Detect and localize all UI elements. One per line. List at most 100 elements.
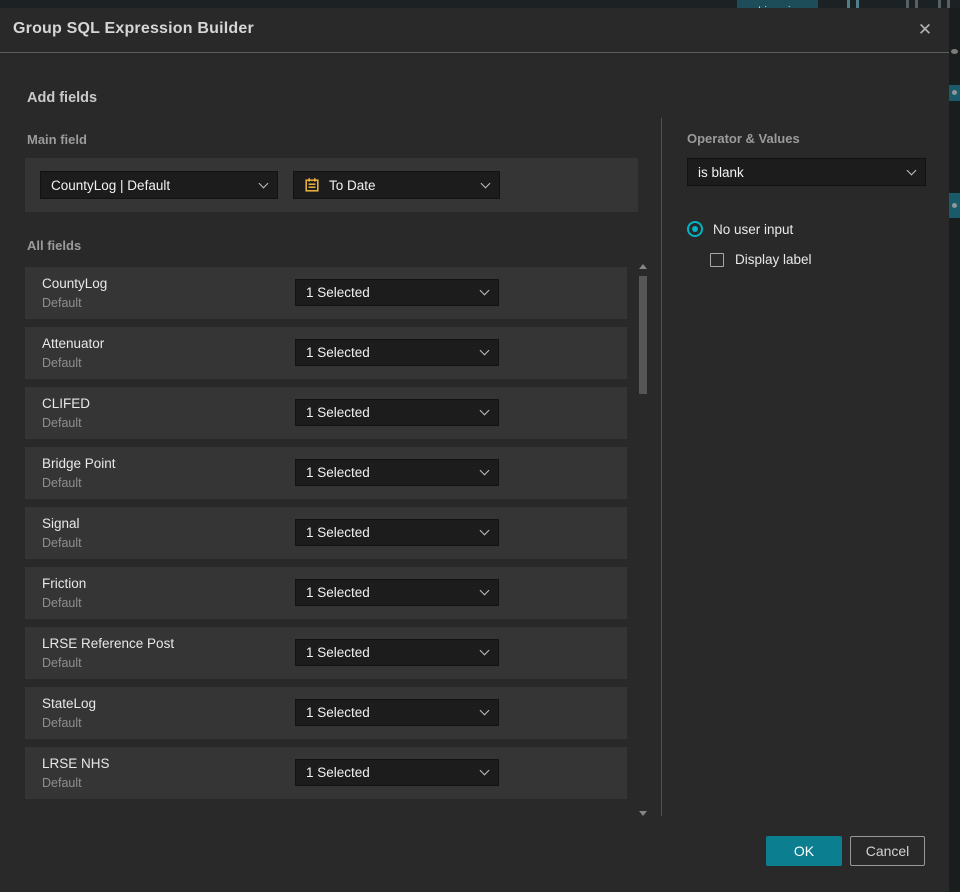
backdrop-toolbar-icon [947,0,950,8]
live-view-label: Live view [758,6,805,9]
backdrop-handle [951,49,958,54]
field-values-dropdown[interactable]: 1 Selected [295,399,499,426]
field-subtitle: Default [42,536,82,550]
backdrop-panel-fragment [949,193,960,218]
main-field-dropdown[interactable]: CountyLog | Default [40,171,278,199]
field-values-dropdown[interactable]: 1 Selected [295,579,499,606]
field-values-dropdown[interactable]: 1 Selected [295,699,499,726]
main-field-dropdown-value: CountyLog | Default [51,177,171,193]
checkbox-unchecked-icon [710,252,724,267]
field-values-dropdown-value: 1 Selected [306,285,370,300]
chevron-down-icon [258,178,269,188]
backdrop-glyph [952,203,957,208]
field-name: LRSE NHS [42,756,110,771]
field-row: CountyLog Default 1 Selected [25,267,627,319]
chevron-down-icon [479,525,490,536]
field-values-dropdown-value: 1 Selected [306,645,370,660]
calendar-icon [305,178,319,192]
chevron-down-icon [479,705,490,716]
scroll-down-icon[interactable] [639,811,647,816]
field-subtitle: Default [42,596,82,610]
ok-button[interactable]: OK [766,836,842,866]
field-name: CLIFED [42,396,91,411]
backdrop-top-strip: Live view [0,0,960,8]
backdrop-toolbar-icon [915,0,918,8]
all-fields-label: All fields [27,238,82,253]
main-field-label: Main field [27,132,87,147]
backdrop-right-strip [949,0,960,892]
radio-label: No user input [713,221,794,237]
field-row: LRSE NHS Default 1 Selected [25,747,627,799]
fields-list-scrollbar[interactable] [639,264,647,816]
field-values-dropdown[interactable]: 1 Selected [295,759,499,786]
chevron-down-icon [480,178,491,188]
no-user-input-radio[interactable]: No user input [687,221,793,237]
field-row: Attenuator Default 1 Selected [25,327,627,379]
radio-selected-icon [687,221,703,237]
chevron-down-icon [479,345,490,356]
operator-values-label: Operator & Values [687,131,800,146]
backdrop-toolbar-icon [847,0,850,8]
main-field-panel: CountyLog | Default To Date [25,158,638,212]
group-sql-expression-builder-dialog: Group SQL Expression Builder ✕ Add field… [0,8,949,892]
operator-dropdown-value: is blank [698,164,744,180]
all-fields-list: CountyLog Default 1 Selected Attenuator … [25,267,627,807]
field-values-dropdown[interactable]: 1 Selected [295,339,499,366]
dialog-header: Group SQL Expression Builder ✕ [0,8,949,53]
scrollbar-thumb[interactable] [639,276,647,394]
field-row: Bridge Point Default 1 Selected [25,447,627,499]
cancel-button[interactable]: Cancel [850,836,925,866]
operator-dropdown[interactable]: is blank [687,158,926,186]
scroll-up-icon[interactable] [639,264,647,269]
field-values-dropdown[interactable]: 1 Selected [295,639,499,666]
field-row: LRSE Reference Post Default 1 Selected [25,627,627,679]
field-values-dropdown-value: 1 Selected [306,525,370,540]
field-name: LRSE Reference Post [42,636,175,651]
field-values-dropdown[interactable]: 1 Selected [295,459,499,486]
field-values-dropdown-value: 1 Selected [306,585,370,600]
field-name: Friction [42,576,87,591]
field-row: Signal Default 1 Selected [25,507,627,559]
field-name: CountyLog [42,276,108,291]
field-row: CLIFED Default 1 Selected [25,387,627,439]
checkbox-label: Display label [735,252,812,267]
field-row: Friction Default 1 Selected [25,567,627,619]
field-values-dropdown-value: 1 Selected [306,465,370,480]
field-values-dropdown-value: 1 Selected [306,705,370,720]
field-subtitle: Default [42,296,82,310]
backdrop-toolbar-icon [938,0,941,8]
field-type-dropdown[interactable]: To Date [293,171,500,199]
field-subtitle: Default [42,656,82,670]
chevron-down-icon [479,765,490,776]
field-values-dropdown[interactable]: 1 Selected [295,519,499,546]
field-values-dropdown-value: 1 Selected [306,765,370,780]
field-name: Attenuator [42,336,105,351]
panel-divider [661,118,662,816]
field-type-dropdown-value: To Date [329,177,376,193]
field-values-dropdown-value: 1 Selected [306,405,370,420]
dialog-title: Group SQL Expression Builder [13,20,254,37]
chevron-down-icon [479,285,490,296]
field-name: StateLog [42,696,97,711]
field-values-dropdown-value: 1 Selected [306,345,370,360]
field-subtitle: Default [42,776,82,790]
field-values-dropdown[interactable]: 1 Selected [295,279,499,306]
field-subtitle: Default [42,356,82,370]
chevron-down-icon [906,165,917,175]
field-subtitle: Default [42,716,82,730]
chevron-down-icon [479,465,490,476]
field-subtitle: Default [42,476,82,490]
backdrop-toolbar-icon [906,0,909,8]
field-name: Signal [42,516,80,531]
field-name: Bridge Point [42,456,116,471]
add-fields-heading: Add fields [27,90,98,106]
chevron-down-icon [479,405,490,416]
live-view-button[interactable]: Live view [737,0,818,8]
close-icon[interactable]: ✕ [912,17,938,43]
backdrop-toolbar-icon [856,0,859,8]
field-row: StateLog Default 1 Selected [25,687,627,739]
backdrop-panel-fragment [949,85,960,101]
field-subtitle: Default [42,416,82,430]
display-label-checkbox[interactable]: Display label [710,252,812,267]
chevron-down-icon [479,645,490,656]
